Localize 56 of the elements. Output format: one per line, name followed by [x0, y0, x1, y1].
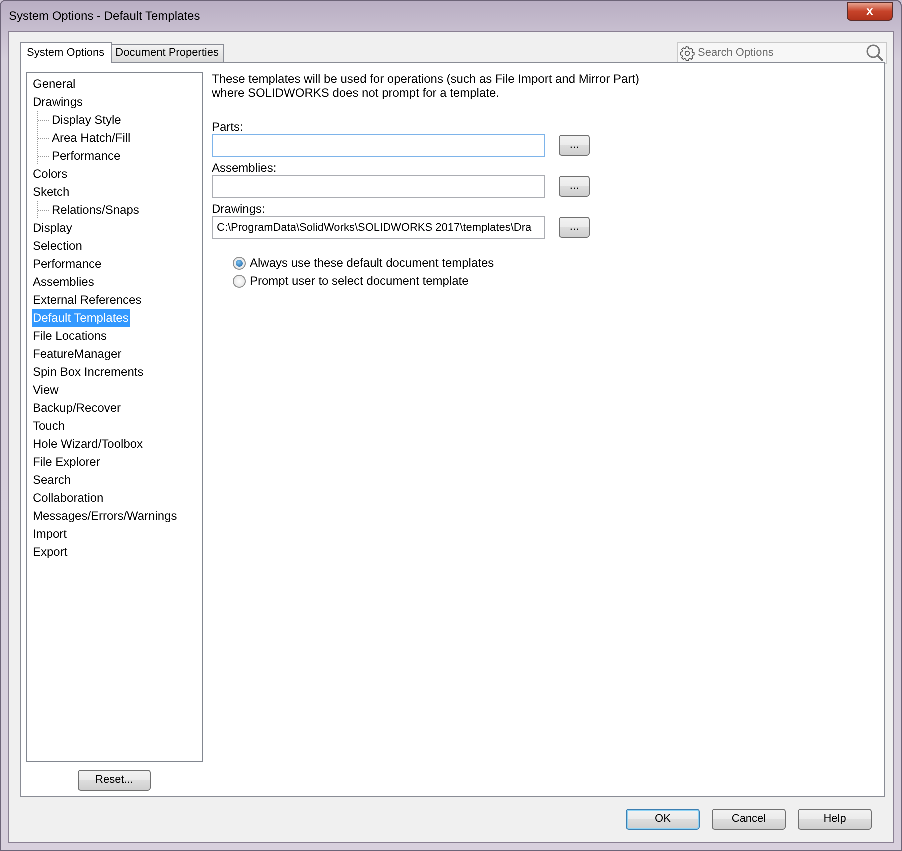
tree-item[interactable]: Search [32, 471, 72, 489]
browse-button[interactable]: ... [559, 135, 590, 156]
tree-item[interactable]: Backup/Recover [32, 399, 122, 417]
input-field[interactable] [212, 175, 545, 198]
search-icon[interactable] [866, 44, 884, 62]
tree-item[interactable]: File Explorer [32, 453, 102, 471]
tree-item[interactable]: General [32, 75, 77, 93]
browse-button[interactable]: ... [559, 176, 590, 197]
tree-item[interactable]: Collaboration [32, 489, 105, 507]
tree-item[interactable]: Drawings [32, 93, 84, 111]
tree-item[interactable]: Hole Wizard/Toolbox [32, 435, 144, 453]
tree-item[interactable]: Area Hatch/Fill [51, 129, 132, 147]
tree-item[interactable]: Relations/Snaps [51, 201, 140, 219]
tab[interactable]: System Options [20, 42, 112, 63]
tree-item[interactable]: Sketch [32, 183, 71, 201]
tree-connector [37, 129, 51, 147]
tree-item[interactable]: Colors [32, 165, 69, 183]
radio-button[interactable] [233, 256, 246, 270]
browse-button[interactable]: ... [559, 217, 590, 238]
tree-item[interactable]: View [32, 381, 60, 399]
tree-connector [37, 111, 51, 129]
tree-item[interactable]: Touch [32, 417, 66, 435]
tree-item[interactable]: Messages/Errors/Warnings [32, 507, 178, 525]
search-field[interactable]: Search Options [677, 42, 887, 64]
input-field[interactable]: C:\ProgramData\SolidWorks\SOLIDWORKS 2017\templates\Dra [212, 216, 545, 239]
description-text: These templates will be used for operations (such as File Import and Mirror Part) where SOLIDWORKS does not prompt for a template. [212, 72, 641, 100]
tab[interactable]: Document Properties [110, 44, 224, 62]
tree-item[interactable]: Performance [32, 255, 103, 273]
tree-connector [37, 201, 51, 219]
field-label: Assemblies: [212, 161, 278, 175]
radio-button[interactable] [233, 274, 246, 288]
tree-item[interactable]: Display [32, 219, 74, 237]
option-label: Always use these default document templates [250, 255, 494, 272]
dialog-button[interactable]: OK [626, 809, 700, 830]
gear-icon [680, 46, 695, 60]
tree-item[interactable]: Assemblies [32, 273, 96, 291]
tree-item[interactable]: External References [32, 291, 143, 309]
tree-item[interactable]: File Locations [32, 327, 108, 345]
tree-item[interactable]: FeatureManager [32, 345, 123, 363]
option-label: Prompt user to select document template [250, 273, 469, 290]
dialog-button[interactable]: Help [798, 809, 872, 830]
tree-item[interactable]: Export [32, 543, 69, 561]
search-input[interactable]: Search Options [698, 44, 863, 62]
field-label: Drawings: [212, 202, 266, 216]
tree-item[interactable]: Display Style [51, 111, 122, 129]
tree-item[interactable]: Selection [32, 237, 84, 255]
dialog-button[interactable]: Cancel [712, 809, 786, 830]
field-label: Parts: [212, 120, 244, 134]
reset-button[interactable]: Reset... [78, 770, 151, 791]
tree-item[interactable]: Performance [51, 147, 122, 165]
tree-item[interactable]: Spin Box Increments [32, 363, 145, 381]
tree-item[interactable]: Import [32, 525, 68, 543]
tree-connector [37, 147, 51, 165]
window-title: System Options - Default Templates [9, 8, 200, 25]
input-field[interactable] [212, 134, 545, 157]
close-button[interactable]: x [847, 2, 893, 21]
